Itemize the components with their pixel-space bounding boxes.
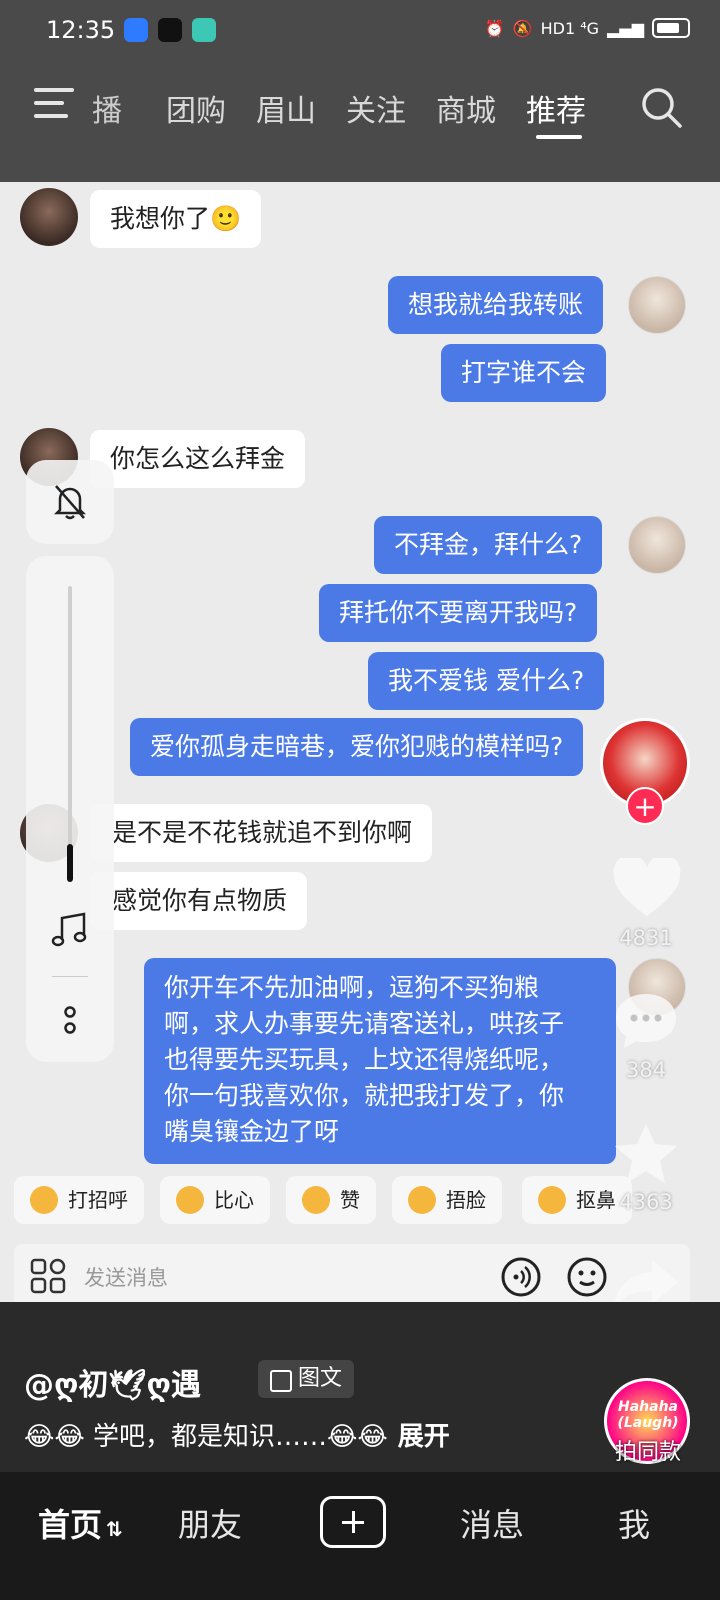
expand-button[interactable]: 展开 xyxy=(398,1422,450,1452)
nosepick-emoji-icon xyxy=(538,1186,566,1214)
tab-live[interactable]: 播 xyxy=(92,86,122,130)
chat-bubble-line: 嘴臭镶金边了呀 xyxy=(164,1117,340,1146)
comment-icon[interactable] xyxy=(612,990,680,1052)
mute-icon: 🔕 xyxy=(512,18,533,38)
nav-me[interactable]: 我 xyxy=(618,1500,650,1546)
chat-bubble-line: 也得要先买玩具，上坟还得烧纸呢， xyxy=(164,1045,565,1074)
tab-recommend[interactable]: 推荐 xyxy=(526,86,586,130)
top-bar: 12:35 ⏰ 🔕 HD1 ⁴G ▂▄▆ 播 团购 眉山 关注 商城 推荐 xyxy=(0,0,720,182)
app-notification-icon xyxy=(124,18,148,42)
chat-bubble: 感觉你有点物质 xyxy=(90,872,308,930)
chat-bubble-long: 你开车不先加油啊，逗狗不买狗粮 啊，求人办事要先请客送礼，哄孩子 也得要先买玩具… xyxy=(144,958,616,1164)
apps-grid-icon[interactable] xyxy=(30,1258,66,1294)
emoji-icon[interactable] xyxy=(566,1256,608,1298)
message-placeholder: 发送消息 xyxy=(84,1266,168,1290)
tab-following[interactable]: 关注 xyxy=(346,86,406,130)
search-icon[interactable] xyxy=(640,86,684,130)
like-count: 4831 xyxy=(619,926,673,950)
menu-icon[interactable] xyxy=(34,88,74,122)
image-post-tag: 图文 xyxy=(258,1360,355,1398)
chat-bubble: 想我就给我转账 xyxy=(388,276,604,334)
quick-reply-heart[interactable]: 比心 xyxy=(160,1176,270,1224)
voice-icon[interactable] xyxy=(500,1256,542,1298)
avatar xyxy=(20,188,78,246)
favorite-count: 4363 xyxy=(619,1190,673,1214)
chat-bubble: 你怎么这么拜金 xyxy=(90,430,306,488)
signal-icon: ▂▄▆ xyxy=(607,18,644,38)
star-icon[interactable] xyxy=(612,1122,680,1186)
alarm-icon: ⏰ xyxy=(484,18,505,38)
tab-mall[interactable]: 商城 xyxy=(436,86,496,130)
status-time: 12:35 xyxy=(46,16,116,44)
tab-groupbuy[interactable]: 团购 xyxy=(166,86,226,130)
network-text: HD1 ⁴G xyxy=(540,18,600,38)
facepalm-emoji-icon xyxy=(408,1186,436,1214)
thumbs-up-emoji-icon xyxy=(302,1186,330,1214)
bell-off-icon xyxy=(53,485,87,520)
volume-panel xyxy=(26,556,114,1062)
quick-reply-wave[interactable]: 打招呼 xyxy=(14,1176,144,1224)
mute-toggle[interactable] xyxy=(26,460,114,544)
battery-icon xyxy=(652,18,690,38)
switch-icon: ⇅ xyxy=(106,1517,123,1541)
nav-home[interactable]: 首页 ⇅ xyxy=(38,1500,123,1546)
more-options-icon[interactable] xyxy=(62,1004,78,1036)
follow-plus-icon[interactable]: + xyxy=(626,787,664,825)
caption-text: 😂😂 学吧，都是知识……😂😂 xyxy=(24,1422,388,1452)
active-tab-indicator xyxy=(536,135,582,139)
chat-bubble-line: 你开车不先加油啊，逗狗不买狗粮 xyxy=(164,973,540,1002)
quick-reply-facepalm[interactable]: 捂脸 xyxy=(392,1176,502,1224)
create-post-button[interactable] xyxy=(320,1496,386,1548)
author-name[interactable]: @ღ初🕊ღ遇 xyxy=(24,1360,201,1404)
same-style-label[interactable]: 拍同款 xyxy=(596,1434,700,1466)
chat-bubble: 爱你孤身走暗巷，爱你犯贱的模样吗? xyxy=(130,718,584,776)
divider xyxy=(52,976,88,977)
avatar xyxy=(628,276,686,334)
status-icons: ⏰ 🔕 HD1 ⁴G ▂▄▆ xyxy=(485,18,690,38)
chat-bubble: 我不爱钱 爱什么? xyxy=(368,652,605,710)
app-notification-icon xyxy=(192,18,216,42)
comment-count: 384 xyxy=(625,1058,667,1082)
chat-bubble-line: 啊，求人办事要先请客送礼，哄孩子 xyxy=(164,1009,565,1038)
volume-slider[interactable] xyxy=(68,586,72,876)
heart-icon[interactable] xyxy=(612,858,682,920)
chat-bubble-line: 你一句我喜欢你，就把我打发了，你 xyxy=(164,1081,565,1110)
nav-friends[interactable]: 朋友 xyxy=(178,1500,242,1546)
chat-bubble: 我想你了🙂 xyxy=(90,190,262,248)
chat-bubble: 拜托你不要离开我吗? xyxy=(319,584,598,642)
tiktok-notification-icon xyxy=(158,18,182,42)
avatar xyxy=(628,516,686,574)
chat-bubble: 是不是不花钱就追不到你啊 xyxy=(90,804,433,862)
chat-bubble: 不拜金，拜什么? xyxy=(374,516,603,574)
nav-messages[interactable]: 消息 xyxy=(460,1500,524,1546)
quick-reply-like[interactable]: 赞 xyxy=(286,1176,376,1224)
music-note-icon[interactable] xyxy=(50,912,90,948)
tab-local[interactable]: 眉山 xyxy=(256,86,316,130)
heart-hands-emoji-icon xyxy=(176,1186,204,1214)
wave-emoji-icon xyxy=(30,1186,58,1214)
post-caption[interactable]: 😂😂 学吧，都是知识……😂😂 展开 xyxy=(24,1416,450,1453)
chat-bubble: 打字谁不会 xyxy=(441,344,607,402)
volume-level[interactable] xyxy=(67,844,73,882)
same-style-art: Hahaha (Laugh) xyxy=(617,1399,679,1431)
